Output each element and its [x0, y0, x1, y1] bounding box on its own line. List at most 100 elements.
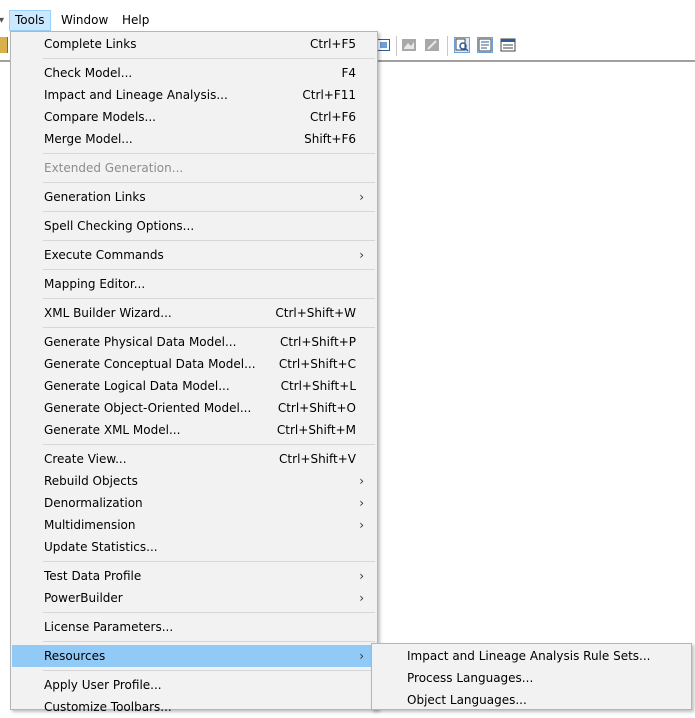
menu-item-generation-links[interactable]: Generation Links › [12, 186, 376, 208]
menu-separator [43, 211, 375, 212]
detail-view-icon[interactable] [500, 37, 516, 53]
menu-item-label: Complete Links [44, 37, 137, 51]
toolbar-stub-icon[interactable] [0, 37, 8, 53]
menu-item-apply-user-profile[interactable]: Apply User Profile... [12, 674, 376, 696]
menu-separator [43, 298, 375, 299]
menu-separator [43, 269, 375, 270]
menu-item-update-statistics[interactable]: Update Statistics... [12, 536, 376, 558]
menu-item-label: Multidimension [44, 518, 136, 532]
menu-item-mapping-editor[interactable]: Mapping Editor... [12, 273, 376, 295]
submenu-item-object-languages[interactable]: Object Languages... [373, 689, 691, 711]
menu-item-extended-generation: Extended Generation... [12, 157, 376, 179]
submenu-item-label: Process Languages... [407, 671, 534, 685]
menu-separator [43, 153, 375, 154]
toolbar-separator [396, 36, 397, 56]
menu-item-create-view[interactable]: Create View... Ctrl+Shift+V [12, 448, 376, 470]
menu-item-label: Generate Object-Oriented Model... [44, 401, 252, 415]
menu-item-label: Update Statistics... [44, 540, 158, 554]
menu-item-label: Generate Physical Data Model... [44, 335, 237, 349]
menu-separator [43, 240, 375, 241]
zoom-page-icon[interactable] [454, 37, 470, 53]
submenu-arrow-icon: › [359, 649, 364, 663]
menu-item-test-data-profile[interactable]: Test Data Profile › [12, 565, 376, 587]
menu-item-label: Resources [44, 649, 106, 663]
menu-tools[interactable]: Tools [9, 10, 51, 31]
menu-item-label: License Parameters... [44, 620, 174, 634]
menu-item-label: Create View... [44, 452, 127, 466]
submenu-item-process-languages[interactable]: Process Languages... [373, 667, 691, 689]
menu-item-generate-conceptual-data-model[interactable]: Generate Conceptual Data Model... Ctrl+S… [12, 353, 376, 375]
menu-item-shortcut: Ctrl+Shift+O [277, 401, 356, 415]
menu-item-complete-links[interactable]: Complete Links Ctrl+F5 [12, 33, 376, 55]
menu-item-shortcut: Ctrl+F5 [310, 37, 356, 51]
menu-item-impact-lineage-analysis[interactable]: Impact and Lineage Analysis... Ctrl+F11 [12, 84, 376, 106]
menu-item-shortcut: Ctrl+Shift+V [279, 452, 356, 466]
menu-separator [43, 58, 375, 59]
menu-item-shortcut: F4 [341, 66, 356, 80]
menu-item-label: PowerBuilder [44, 591, 123, 605]
menu-item-rebuild-objects[interactable]: Rebuild Objects › [12, 470, 376, 492]
menu-item-label: Execute Commands [44, 248, 164, 262]
menu-item-license-parameters[interactable]: License Parameters... [12, 616, 376, 638]
menu-item-label: Mapping Editor... [44, 277, 146, 291]
menu-separator [43, 670, 375, 671]
menu-item-label: Compare Models... [44, 110, 156, 124]
toolbar-separator [447, 36, 448, 56]
menu-separator [43, 327, 375, 328]
menu-item-xml-builder-wizard[interactable]: XML Builder Wizard... Ctrl+Shift+W [12, 302, 376, 324]
menu-item-shortcut: Ctrl+Shift+W [275, 306, 356, 320]
menu-item-shortcut: Ctrl+Shift+P [280, 335, 356, 349]
menu-help[interactable]: Help [117, 10, 154, 31]
menu-item-shortcut: Ctrl+Shift+L [280, 379, 356, 393]
submenu-item-label: Impact and Lineage Analysis Rule Sets... [407, 649, 651, 663]
menu-separator [43, 612, 375, 613]
menu-window[interactable]: Window [56, 10, 113, 31]
menu-item-label: Customize Toolbars... [44, 700, 172, 714]
list-view-icon[interactable] [477, 37, 493, 53]
menu-item-powerbuilder[interactable]: PowerBuilder › [12, 587, 376, 609]
menu-item-label: Rebuild Objects [44, 474, 138, 488]
tools-dropdown-menu: Complete Links Ctrl+F5 Check Model... F4… [10, 31, 378, 714]
menu-item-generate-xml-model[interactable]: Generate XML Model... Ctrl+Shift+M [12, 419, 376, 441]
diagram-icon[interactable] [376, 37, 392, 53]
menu-item-multidimension[interactable]: Multidimension › [12, 514, 376, 536]
submenu-item-impact-lineage-rule-sets[interactable]: Impact and Lineage Analysis Rule Sets... [373, 645, 691, 667]
menu-item-shortcut: Shift+F6 [304, 132, 356, 146]
menu-item-label: Check Model... [44, 66, 133, 80]
menu-item-generate-logical-data-model[interactable]: Generate Logical Data Model... Ctrl+Shif… [12, 375, 376, 397]
menu-item-spell-checking-options[interactable]: Spell Checking Options... [12, 215, 376, 237]
menu-item-merge-model[interactable]: Merge Model... Shift+F6 [12, 128, 376, 150]
menu-item-execute-commands[interactable]: Execute Commands › [12, 244, 376, 266]
submenu-arrow-icon: › [359, 518, 364, 532]
submenu-arrow-icon: › [359, 190, 364, 204]
menu-item-denormalization[interactable]: Denormalization › [12, 492, 376, 514]
image-icon[interactable] [401, 37, 417, 53]
menu-item-label: Generate Logical Data Model... [44, 379, 230, 393]
menu-item-label: Generation Links [44, 190, 146, 204]
submenu-arrow-icon: › [359, 591, 364, 605]
image-edit-icon[interactable] [424, 37, 440, 53]
menu-item-label: Denormalization [44, 496, 143, 510]
menubar-overflow-icon[interactable]: ▾ [0, 10, 4, 31]
menu-item-generate-object-oriented-model[interactable]: Generate Object-Oriented Model... Ctrl+S… [12, 397, 376, 419]
submenu-arrow-icon: › [359, 569, 364, 583]
menu-item-label: Generate Conceptual Data Model... [44, 357, 256, 371]
menu-separator [43, 641, 375, 642]
submenu-arrow-icon: › [359, 474, 364, 488]
menu-item-shortcut: Ctrl+Shift+M [276, 423, 356, 437]
submenu-item-label: Object Languages... [407, 693, 527, 707]
menu-item-shortcut: Ctrl+Shift+C [278, 357, 356, 371]
menu-item-compare-models[interactable]: Compare Models... Ctrl+F6 [12, 106, 376, 128]
menu-item-label: XML Builder Wizard... [44, 306, 172, 320]
menu-separator [43, 561, 375, 562]
menu-item-check-model[interactable]: Check Model... F4 [12, 62, 376, 84]
menu-item-label: Extended Generation... [44, 161, 184, 175]
menu-item-customize-toolbars[interactable]: Customize Toolbars... [12, 696, 376, 718]
menu-separator [43, 444, 375, 445]
menu-item-label: Spell Checking Options... [44, 219, 195, 233]
menu-item-label: Impact and Lineage Analysis... [44, 88, 228, 102]
menu-item-resources[interactable]: Resources › [12, 645, 376, 667]
menu-item-generate-physical-data-model[interactable]: Generate Physical Data Model... Ctrl+Shi… [12, 331, 376, 353]
resources-submenu: Impact and Lineage Analysis Rule Sets...… [371, 643, 692, 710]
menu-item-label: Merge Model... [44, 132, 133, 146]
